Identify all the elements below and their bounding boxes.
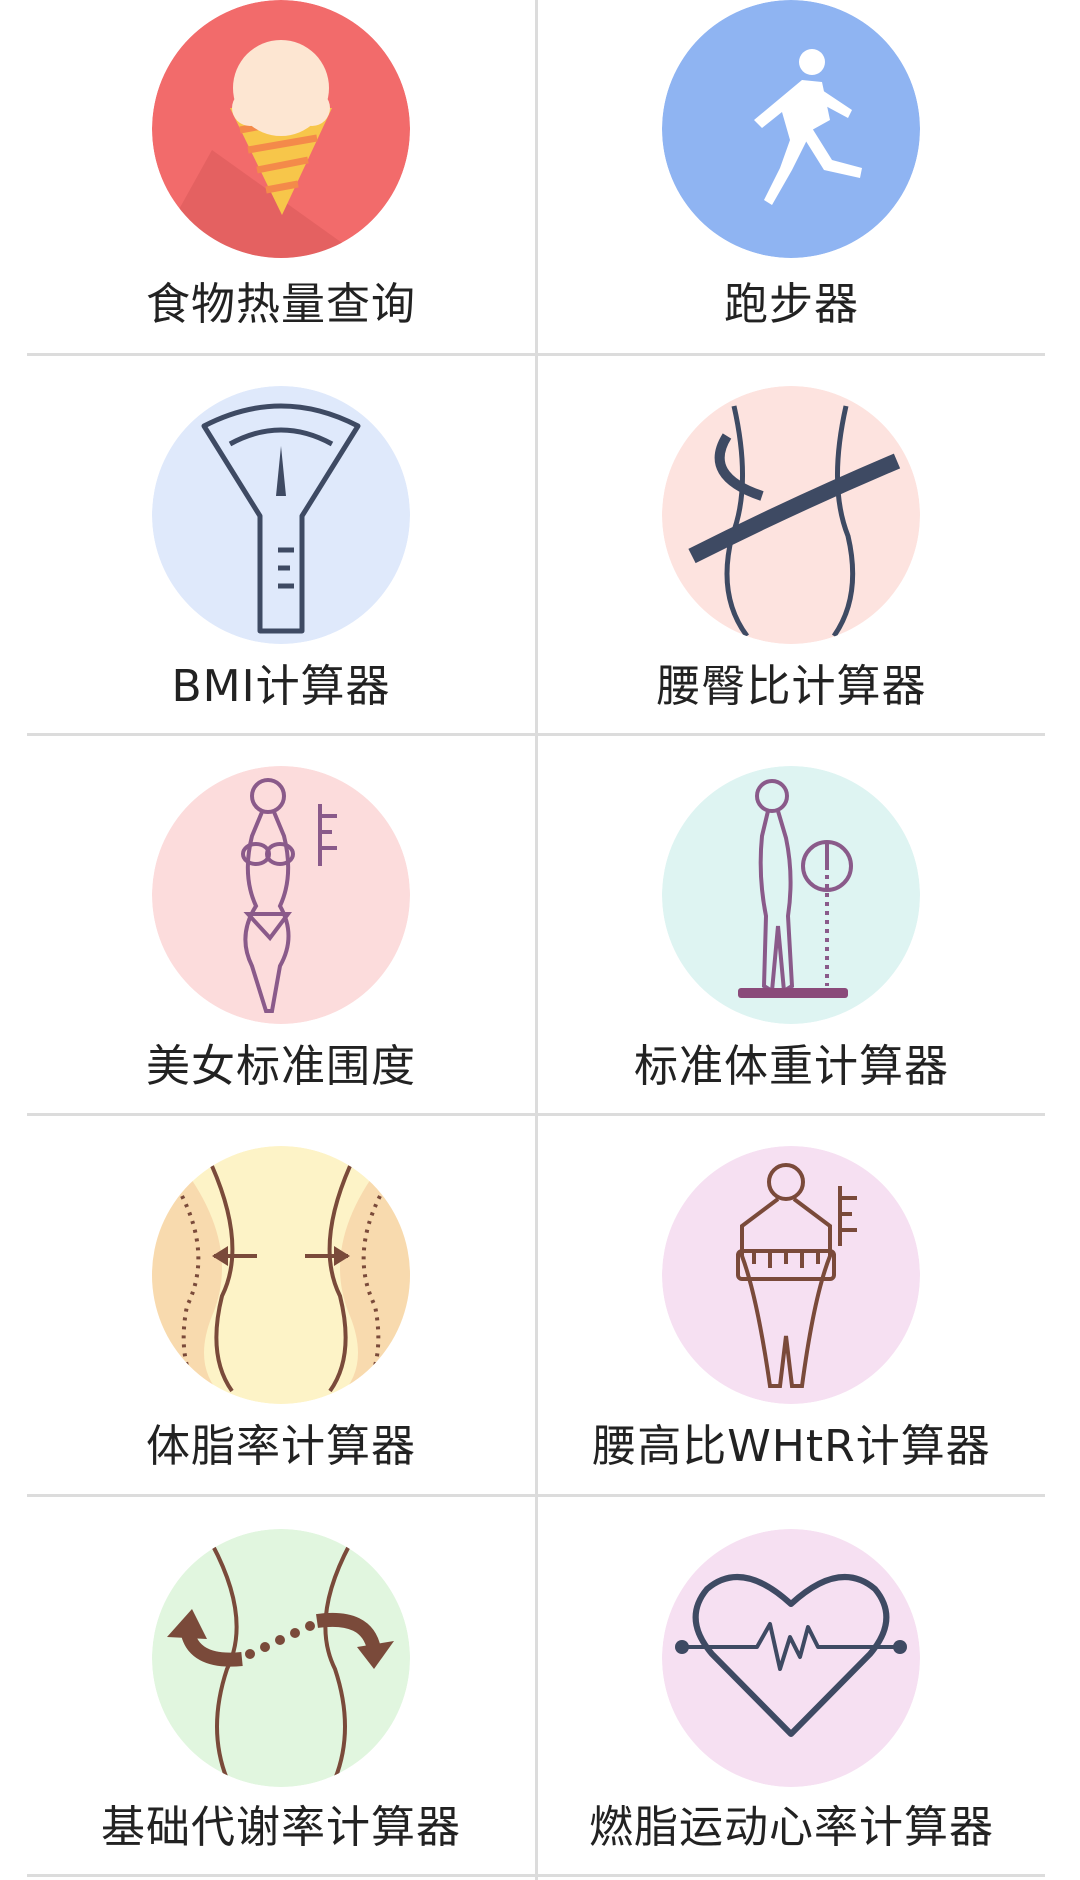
tool-label: BMI计算器 [171,661,391,712]
tool-waist-hip[interactable]: 腰臀比计算器 [538,356,1045,733]
tool-label: 腰高比WHtR计算器 [592,1421,991,1472]
tool-bmr[interactable]: 基础代谢率计算器 [27,1497,535,1874]
tool-standard-weight[interactable]: 标准体重计算器 [538,736,1045,1113]
female-figure-icon [152,766,410,1024]
tool-label: 标准体重计算器 [634,1041,949,1092]
waist-height-ratio-icon [662,1146,920,1404]
tool-label: 燃脂运动心率计算器 [589,1802,994,1853]
heart-rate-icon [662,1529,920,1787]
tool-label: 体脂率计算器 [146,1421,416,1472]
tool-label: 基础代谢率计算器 [101,1802,461,1853]
height-scale-icon [662,766,920,1024]
body-fat-icon [152,1146,410,1404]
ice-cream-icon [152,0,410,258]
tool-bmi[interactable]: BMI计算器 [27,356,535,733]
grid-row-divider [27,1874,1045,1877]
tool-female-measurements[interactable]: 美女标准围度 [27,736,535,1113]
tools-grid: 食物热量查询 跑步器 BMI计算器 腰臀比计算器 美女标准围度 标准体重计算器 … [0,0,1080,1880]
runner-icon [662,0,920,258]
tool-label: 腰臀比计算器 [656,661,927,712]
tool-whtr[interactable]: 腰高比WHtR计算器 [538,1116,1045,1494]
tool-label: 跑步器 [724,279,859,330]
tool-food-calories[interactable]: 食物热量查询 [27,0,535,353]
scale-icon [152,386,410,644]
tool-fat-burn-heart-rate[interactable]: 燃脂运动心率计算器 [538,1497,1045,1874]
tool-label: 美女标准围度 [146,1041,416,1092]
tool-runner[interactable]: 跑步器 [538,0,1045,353]
waist-tape-icon [662,386,920,644]
tool-body-fat[interactable]: 体脂率计算器 [27,1116,535,1494]
metabolism-icon [152,1529,410,1787]
tool-label: 食物热量查询 [146,279,416,330]
